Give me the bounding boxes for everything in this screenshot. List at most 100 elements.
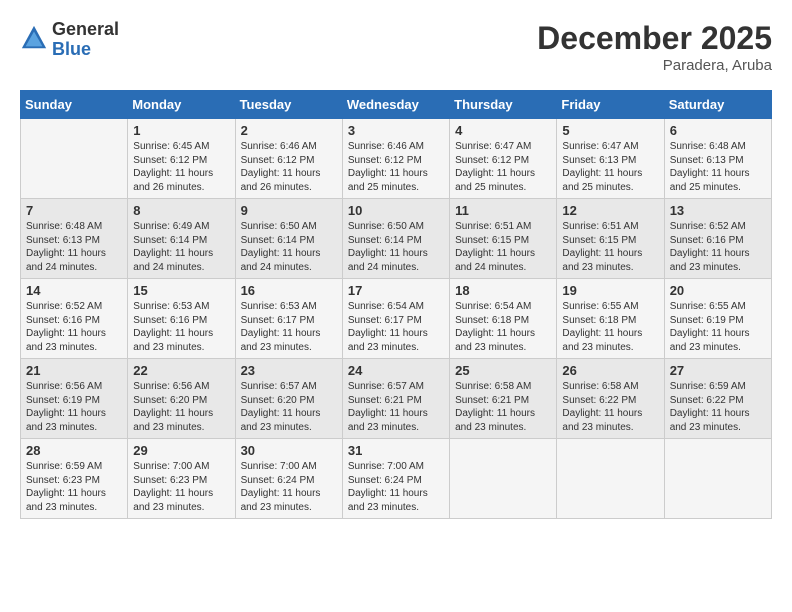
- day-info: Sunrise: 6:54 AM Sunset: 6:17 PM Dayligh…: [348, 300, 444, 354]
- calendar-week-row: 1 Sunrise: 6:45 AM Sunset: 6:12 PM Daylig…: [21, 119, 772, 199]
- calendar-week-row: 14Sunrise: 6:52 AM Sunset: 6:16 PM Dayli…: [21, 279, 772, 359]
- location: Paradera, Aruba: [537, 57, 772, 74]
- calendar-cell: [450, 439, 557, 519]
- calendar-cell: 21Sunrise: 6:56 AM Sunset: 6:19 PM Dayli…: [21, 359, 128, 439]
- calendar-week-row: 28 Sunrise: 6:59 AM Sunset: 6:23 PM Dayli…: [21, 439, 772, 519]
- day-number: 15: [133, 283, 229, 298]
- page-header: General Blue December 2025 Paradera, Aru…: [20, 20, 772, 74]
- day-of-week-header: Saturday: [664, 91, 771, 119]
- calendar-cell: 8Sunrise: 6:49 AM Sunset: 6:14 PM Daylig…: [128, 199, 235, 279]
- calendar-cell: 9 Sunrise: 6:50 AM Sunset: 6:14 PM Daylig…: [235, 199, 342, 279]
- day-number: 20: [670, 283, 766, 298]
- calendar-cell: 2 Sunrise: 6:46 AM Sunset: 6:12 PM Daylig…: [235, 119, 342, 199]
- day-info: Sunrise: 6:57 AM Sunset: 6:21 PM Dayligh…: [348, 380, 444, 434]
- day-number: 9: [241, 203, 337, 218]
- day-number: 7: [26, 203, 122, 218]
- day-of-week-header: Tuesday: [235, 91, 342, 119]
- day-info: Sunrise: 6:50 AM Sunset: 6:14 PM Dayligh…: [348, 220, 444, 274]
- day-number: 23: [241, 363, 337, 378]
- calendar-table: SundayMondayTuesdayWednesdayThursdayFrid…: [20, 90, 772, 519]
- day-number: 24: [348, 363, 444, 378]
- day-info: Sunrise: 6:51 AM Sunset: 6:15 PM Dayligh…: [455, 220, 551, 274]
- calendar-cell: 25 Sunrise: 6:58 AM Sunset: 6:21 PM Dayli…: [450, 359, 557, 439]
- day-number: 4: [455, 123, 551, 138]
- logo: General Blue: [20, 20, 119, 60]
- calendar-cell: [664, 439, 771, 519]
- logo-text: General Blue: [52, 20, 119, 60]
- day-number: 17: [348, 283, 444, 298]
- day-number: 3: [348, 123, 444, 138]
- calendar-week-row: 21Sunrise: 6:56 AM Sunset: 6:19 PM Dayli…: [21, 359, 772, 439]
- calendar-cell: [557, 439, 664, 519]
- day-number: 31: [348, 443, 444, 458]
- day-number: 11: [455, 203, 551, 218]
- day-number: 1: [133, 123, 229, 138]
- day-info: Sunrise: 6:58 AM Sunset: 6:21 PM Dayligh…: [455, 380, 551, 434]
- day-info: Sunrise: 6:56 AM Sunset: 6:19 PM Dayligh…: [26, 380, 122, 434]
- day-info: Sunrise: 6:46 AM Sunset: 6:12 PM Dayligh…: [241, 140, 337, 194]
- calendar-cell: 20 Sunrise: 6:55 AM Sunset: 6:19 PM Dayli…: [664, 279, 771, 359]
- calendar-cell: 14Sunrise: 6:52 AM Sunset: 6:16 PM Dayli…: [21, 279, 128, 359]
- day-number: 26: [562, 363, 658, 378]
- calendar-cell: 18 Sunrise: 6:54 AM Sunset: 6:18 PM Dayli…: [450, 279, 557, 359]
- day-info: Sunrise: 6:59 AM Sunset: 6:22 PM Dayligh…: [670, 380, 766, 434]
- day-number: 2: [241, 123, 337, 138]
- day-info: Sunrise: 7:00 AM Sunset: 6:24 PM Dayligh…: [348, 460, 444, 514]
- calendar-cell: 12Sunrise: 6:51 AM Sunset: 6:15 PM Dayli…: [557, 199, 664, 279]
- logo-general-text: General: [52, 20, 119, 40]
- day-of-week-header: Friday: [557, 91, 664, 119]
- calendar-cell: 3 Sunrise: 6:46 AM Sunset: 6:12 PM Daylig…: [342, 119, 449, 199]
- day-number: 10: [348, 203, 444, 218]
- day-number: 22: [133, 363, 229, 378]
- calendar-cell: 23Sunrise: 6:57 AM Sunset: 6:20 PM Dayli…: [235, 359, 342, 439]
- day-info: Sunrise: 6:54 AM Sunset: 6:18 PM Dayligh…: [455, 300, 551, 354]
- day-number: 27: [670, 363, 766, 378]
- calendar-week-row: 7 Sunrise: 6:48 AM Sunset: 6:13 PM Daylig…: [21, 199, 772, 279]
- day-of-week-header: Wednesday: [342, 91, 449, 119]
- calendar-cell: 13Sunrise: 6:52 AM Sunset: 6:16 PM Dayli…: [664, 199, 771, 279]
- day-info: Sunrise: 6:46 AM Sunset: 6:12 PM Dayligh…: [348, 140, 444, 194]
- calendar-cell: [21, 119, 128, 199]
- calendar-cell: 24 Sunrise: 6:57 AM Sunset: 6:21 PM Dayli…: [342, 359, 449, 439]
- calendar-cell: 10 Sunrise: 6:50 AM Sunset: 6:14 PM Dayli…: [342, 199, 449, 279]
- calendar-cell: 31 Sunrise: 7:00 AM Sunset: 6:24 PM Dayli…: [342, 439, 449, 519]
- calendar-cell: 5 Sunrise: 6:47 AM Sunset: 6:13 PM Daylig…: [557, 119, 664, 199]
- day-number: 5: [562, 123, 658, 138]
- calendar-cell: 27 Sunrise: 6:59 AM Sunset: 6:22 PM Dayli…: [664, 359, 771, 439]
- calendar-cell: 1 Sunrise: 6:45 AM Sunset: 6:12 PM Daylig…: [128, 119, 235, 199]
- day-info: Sunrise: 6:52 AM Sunset: 6:16 PM Dayligh…: [670, 220, 766, 274]
- calendar-cell: 26 Sunrise: 6:58 AM Sunset: 6:22 PM Dayli…: [557, 359, 664, 439]
- calendar-cell: 16Sunrise: 6:53 AM Sunset: 6:17 PM Dayli…: [235, 279, 342, 359]
- day-info: Sunrise: 6:58 AM Sunset: 6:22 PM Dayligh…: [562, 380, 658, 434]
- day-info: Sunrise: 6:55 AM Sunset: 6:18 PM Dayligh…: [562, 300, 658, 354]
- day-number: 25: [455, 363, 551, 378]
- day-info: Sunrise: 6:59 AM Sunset: 6:23 PM Dayligh…: [26, 460, 122, 514]
- calendar-cell: 11 Sunrise: 6:51 AM Sunset: 6:15 PM Dayli…: [450, 199, 557, 279]
- day-info: Sunrise: 6:47 AM Sunset: 6:13 PM Dayligh…: [562, 140, 658, 194]
- day-info: Sunrise: 6:48 AM Sunset: 6:13 PM Dayligh…: [26, 220, 122, 274]
- day-number: 16: [241, 283, 337, 298]
- calendar-cell: 22 Sunrise: 6:56 AM Sunset: 6:20 PM Dayli…: [128, 359, 235, 439]
- day-of-week-header: Sunday: [21, 91, 128, 119]
- calendar-cell: 4 Sunrise: 6:47 AM Sunset: 6:12 PM Daylig…: [450, 119, 557, 199]
- day-info: Sunrise: 6:56 AM Sunset: 6:20 PM Dayligh…: [133, 380, 229, 434]
- day-of-week-header: Monday: [128, 91, 235, 119]
- day-info: Sunrise: 6:50 AM Sunset: 6:14 PM Dayligh…: [241, 220, 337, 274]
- day-info: Sunrise: 6:55 AM Sunset: 6:19 PM Dayligh…: [670, 300, 766, 354]
- day-number: 28: [26, 443, 122, 458]
- day-number: 30: [241, 443, 337, 458]
- day-info: Sunrise: 6:51 AM Sunset: 6:15 PM Dayligh…: [562, 220, 658, 274]
- day-number: 19: [562, 283, 658, 298]
- calendar-cell: 7 Sunrise: 6:48 AM Sunset: 6:13 PM Daylig…: [21, 199, 128, 279]
- day-info: Sunrise: 6:53 AM Sunset: 6:16 PM Dayligh…: [133, 300, 229, 354]
- calendar-cell: 29Sunrise: 7:00 AM Sunset: 6:23 PM Dayli…: [128, 439, 235, 519]
- calendar-cell: 28 Sunrise: 6:59 AM Sunset: 6:23 PM Dayli…: [21, 439, 128, 519]
- calendar-cell: 30Sunrise: 7:00 AM Sunset: 6:24 PM Dayli…: [235, 439, 342, 519]
- day-info: Sunrise: 6:47 AM Sunset: 6:12 PM Dayligh…: [455, 140, 551, 194]
- day-number: 18: [455, 283, 551, 298]
- calendar-cell: 6Sunrise: 6:48 AM Sunset: 6:13 PM Daylig…: [664, 119, 771, 199]
- day-info: Sunrise: 6:52 AM Sunset: 6:16 PM Dayligh…: [26, 300, 122, 354]
- day-info: Sunrise: 6:45 AM Sunset: 6:12 PM Dayligh…: [133, 140, 229, 194]
- month-title: December 2025: [537, 20, 772, 57]
- calendar-cell: 19 Sunrise: 6:55 AM Sunset: 6:18 PM Dayli…: [557, 279, 664, 359]
